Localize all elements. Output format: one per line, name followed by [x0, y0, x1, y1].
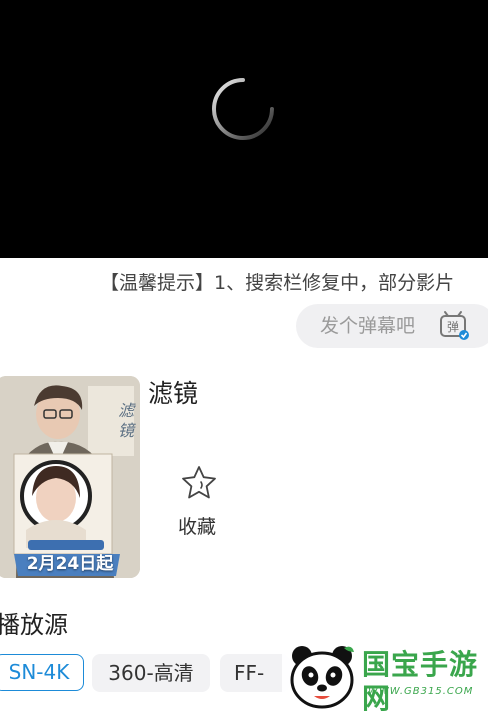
source-chip-360[interactable]: 360-高清 — [92, 654, 210, 692]
danmaku-placeholder: 发个弹幕吧 — [320, 315, 416, 337]
danmaku-icon-glyph: 弹 — [447, 320, 459, 334]
video-poster[interactable]: 滤 镜 — [0, 376, 140, 578]
sources-heading: 播放源 — [0, 611, 68, 639]
video-detail-screen: 【温馨提示】1、搜索栏修复中，部分影片 发个弹幕吧 弹 滤 镜 2月24日起 滤… — [0, 0, 488, 716]
poster-release-date: 2月24日起 — [26, 554, 114, 574]
source-chip-ff[interactable]: FF- — [220, 654, 290, 692]
favorite-button[interactable]: 收藏 — [172, 464, 228, 544]
danmaku-toggle-icon[interactable]: 弹 — [438, 310, 470, 342]
site-watermark: 国宝手游网 WWW.GB315.COM — [282, 634, 488, 716]
loading-spinner-icon — [212, 78, 274, 140]
svg-text:滤: 滤 — [118, 401, 136, 420]
star-icon — [182, 466, 216, 499]
danmaku-input[interactable]: 发个弹幕吧 弹 — [296, 304, 488, 348]
svg-text:镜: 镜 — [118, 421, 136, 440]
favorite-label: 收藏 — [178, 516, 217, 538]
notice-marquee: 【温馨提示】1、搜索栏修复中，部分影片 — [100, 272, 455, 294]
panda-logo-icon — [290, 646, 354, 709]
source-chip-sn-4k[interactable]: SN-4K — [0, 654, 84, 691]
watermark-name: 国宝手游网 — [362, 648, 479, 715]
watermark-url: WWW.GB315.COM — [368, 686, 474, 697]
video-title: 滤镜 — [148, 379, 199, 408]
video-player[interactable] — [0, 0, 488, 258]
poster-artwork: 滤 镜 — [0, 376, 140, 578]
